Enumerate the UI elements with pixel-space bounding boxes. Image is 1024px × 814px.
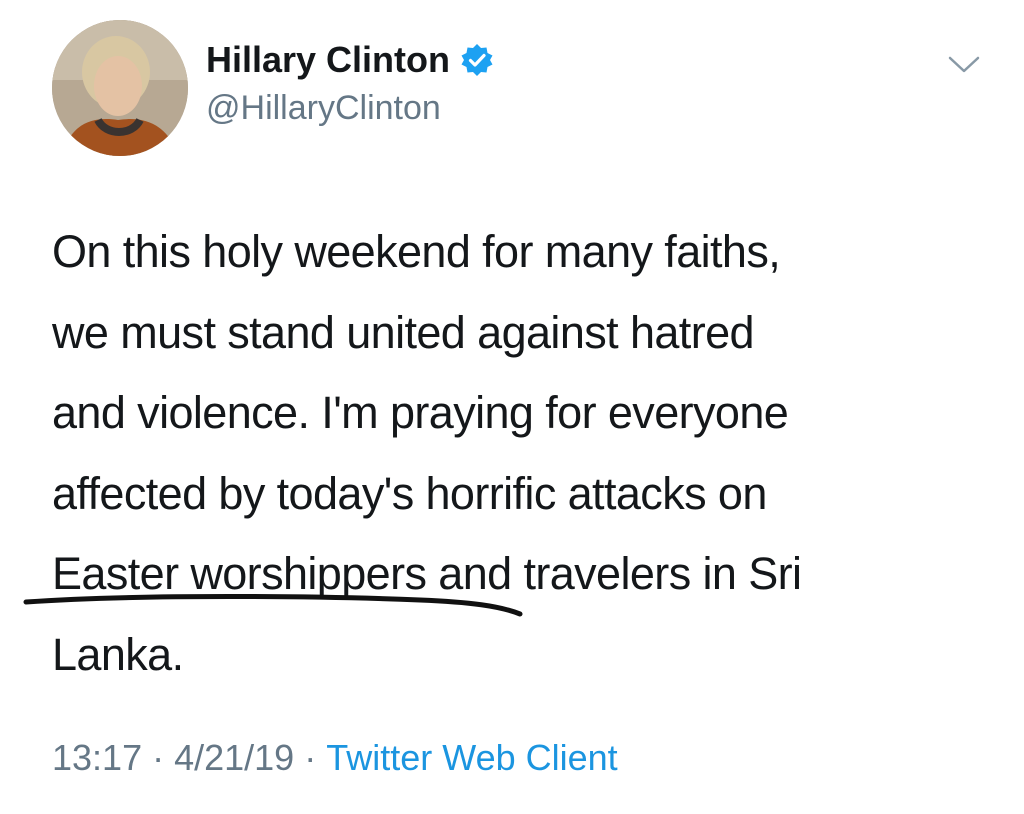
author-display-name[interactable]: Hillary Clinton	[206, 36, 450, 84]
meta-separator: ·	[152, 737, 165, 778]
tweet-source-link[interactable]: Twitter Web Client	[326, 737, 617, 778]
hand-drawn-underline	[20, 590, 530, 630]
tweet-text-line: On this holy weekend for many faiths,	[52, 226, 781, 277]
tweet-text-line: affected by today's horrific attacks on	[52, 467, 767, 519]
tweet-meta: 13:17 · 4/21/19 · Twitter Web Client	[52, 733, 618, 783]
tweet-card: Hillary Clinton @HillaryClinton On this …	[0, 0, 1024, 814]
tweet-text-line: and violence. I'm praying for everyone	[52, 387, 789, 438]
tweet-text-line: we must stand united against hatred	[52, 306, 755, 358]
verified-badge-icon	[460, 43, 494, 77]
author-handle[interactable]: @HillaryClinton	[206, 86, 441, 130]
tweet-time[interactable]: 13:17	[52, 737, 142, 778]
chevron-down-icon[interactable]	[946, 50, 982, 80]
meta-separator: ·	[304, 737, 317, 778]
tweet-date[interactable]: 4/21/19	[174, 737, 294, 778]
avatar[interactable]	[52, 20, 188, 156]
avatar-photo	[52, 20, 188, 156]
author-name-row[interactable]: Hillary Clinton	[206, 36, 494, 84]
